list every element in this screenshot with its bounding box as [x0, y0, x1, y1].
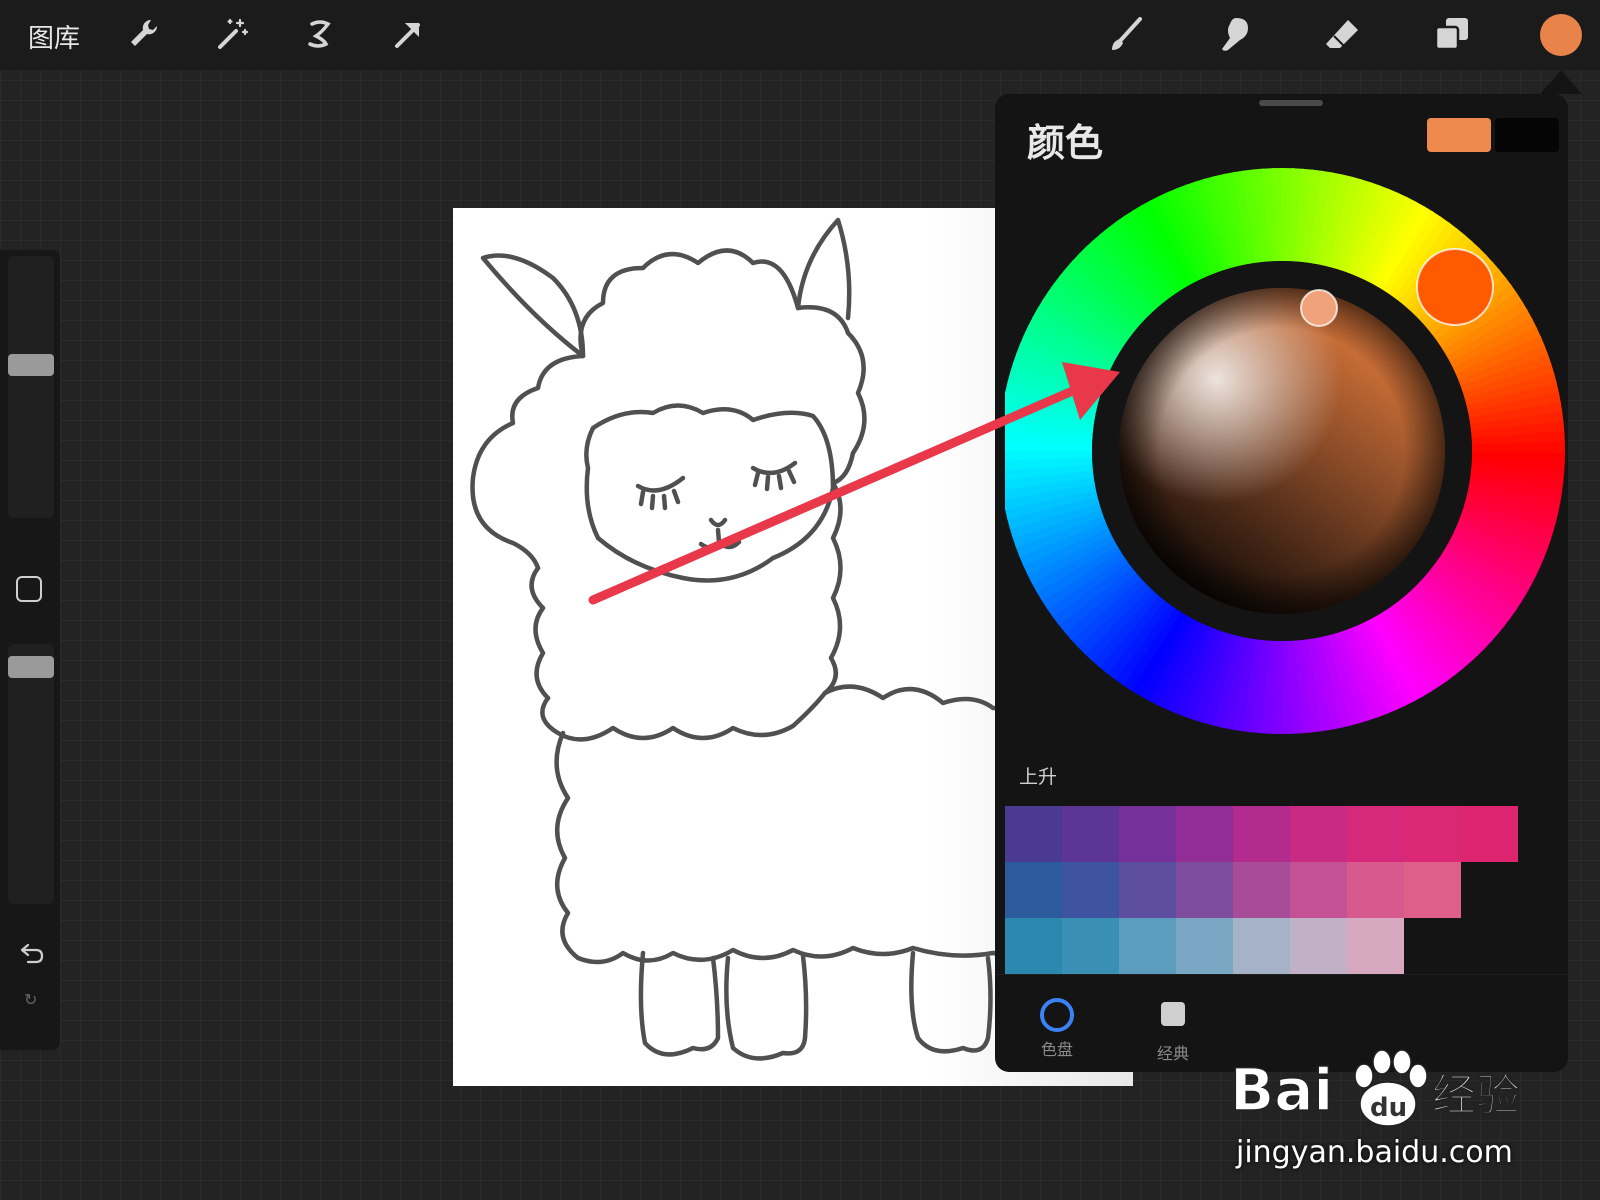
palette-swatch[interactable] — [1005, 862, 1062, 918]
top-toolbar: 图库 — [0, 0, 1600, 70]
selection-icon[interactable] — [300, 14, 340, 54]
svg-text:Bai: Bai — [1230, 1056, 1333, 1124]
disc-tab-icon — [1040, 998, 1074, 1032]
hue-handle[interactable] — [1416, 248, 1494, 326]
palette-swatch[interactable] — [1119, 862, 1176, 918]
palette-swatch[interactable] — [1062, 862, 1119, 918]
palette-swatch[interactable] — [1176, 806, 1233, 862]
panel-grabber[interactable] — [1259, 100, 1323, 106]
palette-swatch[interactable] — [1233, 862, 1290, 918]
primary-color-swatch[interactable] — [1427, 118, 1491, 152]
palette-swatch[interactable] — [1290, 806, 1347, 862]
tab-classic[interactable]: 经典 — [1133, 998, 1213, 1064]
palette-swatch[interactable] — [1461, 806, 1518, 862]
palette-swatch[interactable] — [1233, 806, 1290, 862]
palette-swatch[interactable] — [1119, 806, 1176, 862]
palette-swatch[interactable] — [1290, 918, 1347, 974]
palette-swatch[interactable] — [1062, 918, 1119, 974]
current-color-button[interactable] — [1540, 14, 1582, 56]
opacity-slider[interactable] — [8, 644, 54, 904]
gallery-button[interactable]: 图库 — [28, 18, 80, 55]
modify-button[interactable] — [16, 576, 42, 602]
palette-swatch[interactable] — [1347, 918, 1404, 974]
palette-swatch[interactable] — [1062, 806, 1119, 862]
palette-swatch[interactable] — [1005, 918, 1062, 974]
palette-swatch[interactable] — [1005, 806, 1062, 862]
baidu-jingyan-logo: Bai du 经验 — [1230, 1049, 1521, 1127]
palette-swatch[interactable] — [1290, 862, 1347, 918]
tab-disc[interactable]: 色盘 — [1017, 998, 1097, 1060]
palette-label: 上升 — [1019, 766, 1058, 788]
classic-tab-icon — [1161, 1002, 1185, 1026]
brush-size-thumb[interactable] — [8, 354, 54, 376]
wrench-icon[interactable] — [124, 14, 164, 54]
palette-swatch[interactable] — [1404, 862, 1461, 918]
redo-icon[interactable]: ↻ — [24, 990, 37, 1009]
watermark-url: jingyan.baidu.com — [1236, 1135, 1513, 1170]
color-disc[interactable] — [1005, 164, 1565, 744]
palette-swatch[interactable] — [1233, 918, 1290, 974]
magic-wand-icon[interactable] — [212, 14, 252, 54]
palette-swatch[interactable] — [1119, 918, 1176, 974]
svg-text:du: du — [1370, 1093, 1407, 1123]
brush-size-slider[interactable] — [8, 256, 54, 518]
transform-arrow-icon[interactable] — [388, 14, 428, 54]
palette-swatch[interactable] — [1176, 862, 1233, 918]
brush-icon[interactable] — [1106, 14, 1146, 54]
color-panel: 颜色 上升 色盘 经典 — [995, 94, 1568, 1072]
layers-icon[interactable] — [1432, 14, 1472, 54]
smudge-icon[interactable] — [1214, 14, 1254, 54]
popover-pointer — [1540, 70, 1582, 94]
tab-label: 经典 — [1156, 1044, 1189, 1063]
saturation-handle[interactable] — [1300, 289, 1338, 327]
svg-text:经验: 经验 — [1432, 1070, 1520, 1121]
eraser-icon[interactable] — [1322, 14, 1362, 54]
palette-swatch[interactable] — [1176, 918, 1233, 974]
left-sidebar: ↻ — [0, 250, 60, 1050]
palette-swatch[interactable] — [1347, 806, 1404, 862]
undo-icon[interactable] — [16, 940, 46, 970]
opacity-thumb[interactable] — [8, 656, 54, 678]
palette-swatch[interactable] — [1347, 862, 1404, 918]
panel-title: 颜色 — [1027, 121, 1104, 165]
palette-swatch[interactable] — [1404, 806, 1461, 862]
tab-label: 色盘 — [1040, 1040, 1073, 1059]
secondary-color-swatch[interactable] — [1495, 118, 1559, 152]
